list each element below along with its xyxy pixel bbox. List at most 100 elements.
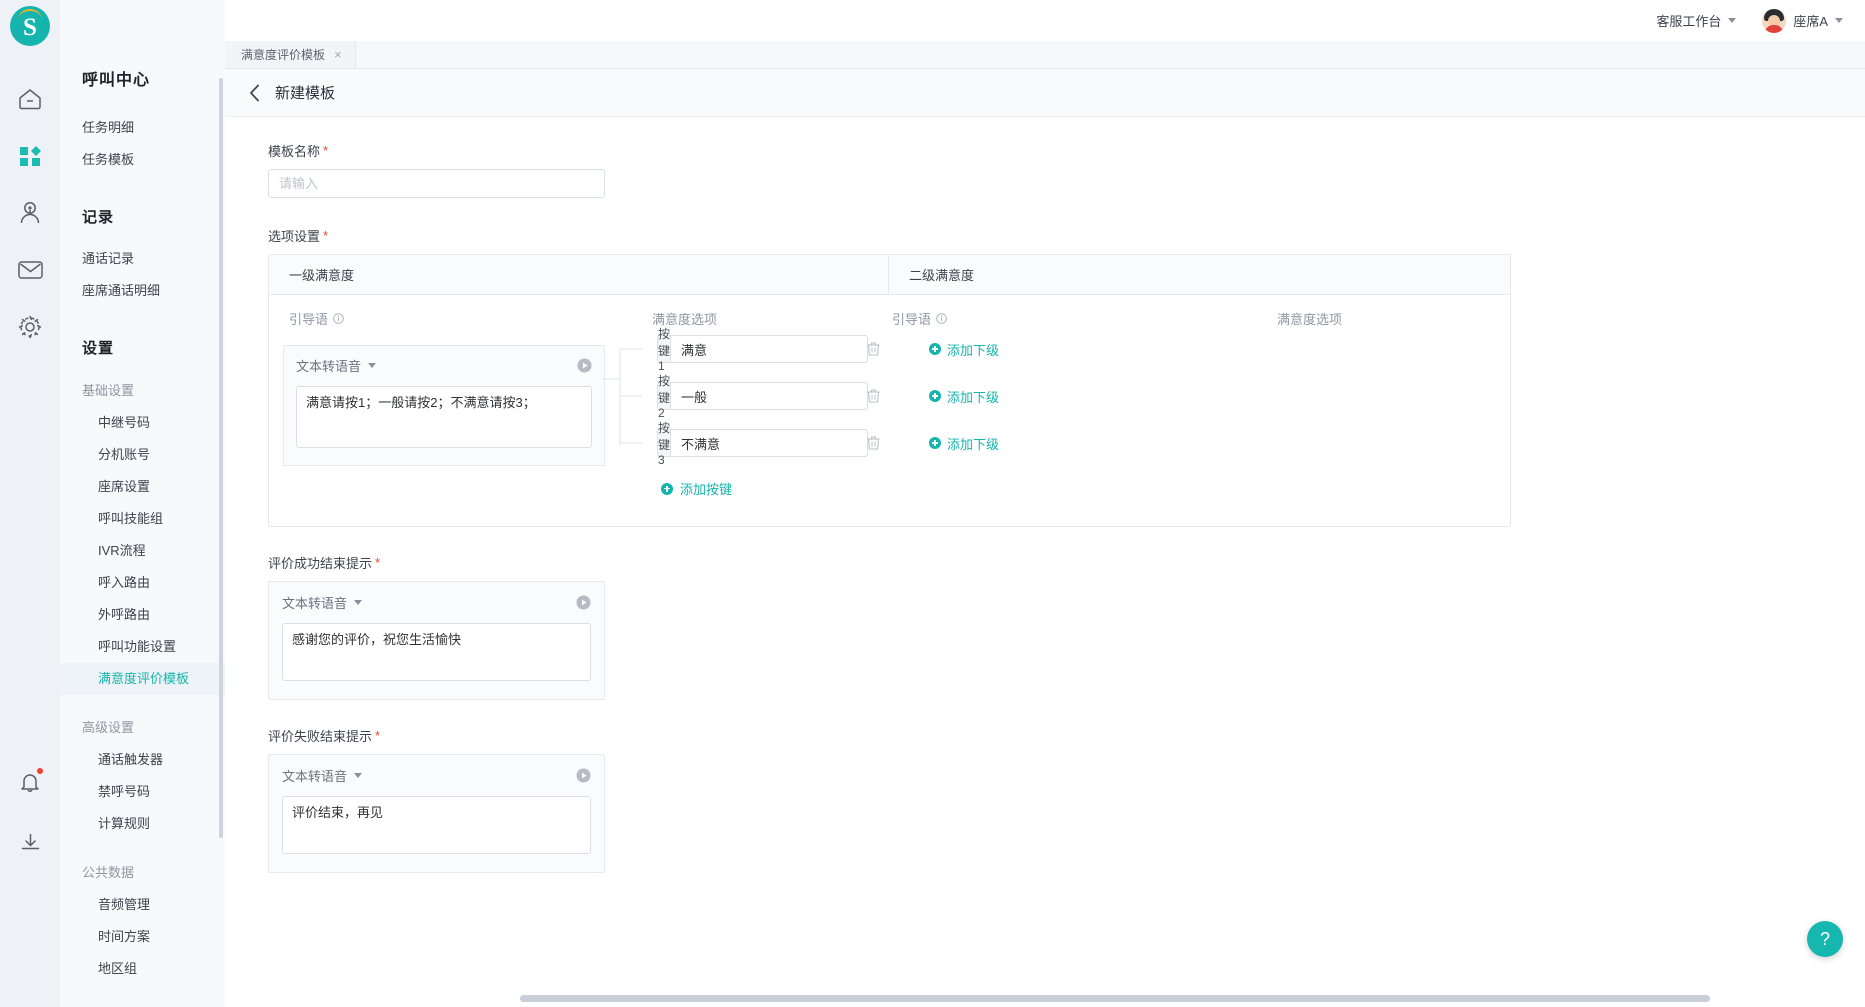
fail-prompt-label: 评价失败结束提示 [268, 729, 373, 744]
download-icon[interactable] [15, 827, 45, 857]
tts-type-select[interactable]: 文本转语音 [296, 356, 377, 375]
tab-satisfaction-template[interactable]: 满意度评价模板 × [225, 41, 356, 68]
mail-icon[interactable] [15, 255, 45, 285]
horizontal-scrollbar[interactable] [520, 995, 1710, 1002]
key-row: 按键 1 [657, 327, 913, 373]
tts-box-level1: 文本转语音 [283, 345, 605, 466]
sidebar-item-ivr-flow[interactable]: IVR流程 [60, 535, 225, 567]
nav-subgroup-public-data: 公共数据 [82, 865, 135, 880]
tts-type-label: 文本转语音 [282, 596, 348, 611]
sidebar-item-skill-group[interactable]: 呼叫技能组 [60, 503, 225, 535]
close-icon[interactable]: × [334, 48, 342, 61]
add-child-link-2[interactable]: 添加下级 [929, 382, 1163, 410]
key-label-1: 按键 1 [657, 327, 671, 373]
agent-user-icon[interactable] [15, 198, 45, 228]
sidebar-item-call-records[interactable]: 通话记录 [60, 243, 225, 275]
plus-circle-icon [929, 437, 941, 449]
subcol-label-options-2: 满意度选项 [1277, 312, 1343, 327]
sidebar-item-time-plan[interactable]: 时间方案 [60, 921, 225, 953]
sidebar-item-outbound-route[interactable]: 外呼路由 [60, 599, 225, 631]
main-area: 客服工作台 座席A 满意度评价模板 × 新建模板 模板名称 * 请输入 选项设置… [225, 0, 1865, 1007]
required-mark: * [323, 228, 329, 243]
back-arrow-icon[interactable] [249, 84, 260, 102]
sidebar-item-region-group[interactable]: 地区组 [60, 953, 225, 985]
nav-subgroup-advanced: 高级设置 [82, 720, 135, 735]
sidebar-item-extension-account[interactable]: 分机账号 [60, 439, 225, 471]
top-bar: 客服工作台 座席A [225, 0, 1865, 41]
key-input-group-2: 按键 2 [657, 374, 869, 420]
sidebar-item-task-detail[interactable]: 任务明细 [60, 112, 225, 144]
nav-subgroup-basic: 基础设置 [82, 383, 135, 398]
sidebar-scrollbar[interactable] [219, 78, 223, 838]
add-key-button[interactable]: 添加按键 [657, 479, 913, 498]
delete-icon[interactable] [867, 436, 880, 450]
icon-rail: S [0, 0, 60, 1007]
sidebar-item-satisfaction-template[interactable]: 满意度评价模板 [60, 663, 225, 695]
add-child-label-3: 添加下级 [947, 436, 1000, 452]
tts-text-level1[interactable] [296, 386, 592, 448]
delete-icon[interactable] [867, 342, 880, 356]
sidebar-item-blocked-numbers[interactable]: 禁呼号码 [60, 776, 225, 808]
sidebar-item-calculation-rules[interactable]: 计算规则 [60, 808, 225, 840]
sidebar-item-audio-management[interactable]: 音频管理 [60, 889, 225, 921]
sidebar-item-trunk-number[interactable]: 中继号码 [60, 407, 225, 439]
nav-group-records: 记录 [82, 209, 115, 226]
sidebar-item-call-trigger[interactable]: 通话触发器 [60, 744, 225, 776]
column-header-level1: 一级满意度 [269, 255, 889, 294]
dashboard-icon[interactable] [15, 141, 45, 171]
play-icon[interactable] [577, 358, 592, 373]
app-logo[interactable]: S [10, 6, 50, 46]
add-child-link-1[interactable]: 添加下级 [929, 335, 1163, 363]
sidebar-item-agent-settings[interactable]: 座席设置 [60, 471, 225, 503]
subcol-label-prompt-1: 引导语 [289, 312, 329, 327]
add-child-link-3[interactable]: 添加下级 [929, 429, 1163, 457]
sidebar-item-call-function-settings[interactable]: 呼叫功能设置 [60, 631, 225, 663]
add-child-column: 添加下级 添加下级 添加下级 [913, 327, 1163, 498]
key-value-input-1[interactable] [670, 335, 869, 363]
tts-text-fail[interactable] [282, 796, 591, 854]
play-icon[interactable] [576, 768, 591, 783]
key-row: 按键 2 [657, 374, 913, 420]
option-panel-body: 引导语 满意度选项 引导语 满意度选项 文本转语音 满意请按1；一般请按2；不满… [269, 295, 1510, 526]
rail-icon-list [15, 84, 45, 342]
add-key-label: 添加按键 [680, 482, 733, 497]
template-name-label-row: 模板名称 * [268, 141, 1835, 160]
success-prompt-box: 文本转语音 [268, 581, 605, 700]
fail-prompt-box: 文本转语音 [268, 754, 605, 873]
key-value-input-3[interactable] [670, 429, 869, 457]
key-label-3: 按键 3 [657, 421, 671, 467]
template-name-input[interactable] [268, 169, 605, 198]
required-mark: * [375, 728, 381, 743]
tts-text-success[interactable] [282, 623, 591, 681]
page-header: 新建模板 [225, 69, 1865, 117]
option-settings-panel: 一级满意度 二级满意度 引导语 满意度选项 引导语 满意度选项 文本转语音 满意… [268, 254, 1511, 527]
play-icon[interactable] [576, 595, 591, 610]
subcol-label-options-1: 满意度选项 [652, 312, 718, 327]
notification-bell-icon[interactable] [15, 767, 45, 797]
tab-bar: 满意度评价模板 × [225, 41, 1865, 69]
chevron-down-icon [1835, 18, 1843, 23]
subcol-level2-options: 满意度选项 [1277, 309, 1510, 327]
subcol-level2-prompt: 引导语 [892, 309, 1277, 327]
horizontal-scrollbar-thumb[interactable] [520, 995, 1710, 1002]
user-menu[interactable]: 座席A [1762, 8, 1843, 33]
help-button[interactable]: ? [1807, 921, 1843, 957]
tts-type-select-success[interactable]: 文本转语音 [282, 593, 363, 612]
sidebar-item-agent-call-detail[interactable]: 座席通话明细 [60, 275, 225, 307]
option-settings-label-row: 选项设置 * [268, 226, 1835, 245]
settings-gear-icon[interactable] [15, 312, 45, 342]
key-row: 按键 3 [657, 421, 913, 467]
required-mark: * [323, 143, 329, 158]
key-value-input-2[interactable] [670, 382, 869, 410]
tts-type-select-fail[interactable]: 文本转语音 [282, 766, 363, 785]
keys-column: 按键 1 按键 2 [613, 327, 913, 498]
tts-toolbar: 文本转语音 [296, 356, 592, 375]
info-icon[interactable] [936, 313, 947, 324]
home-icon[interactable] [15, 84, 45, 114]
delete-icon[interactable] [867, 389, 880, 403]
tts-toolbar: 文本转语音 [282, 766, 591, 785]
info-icon[interactable] [333, 313, 344, 324]
sidebar-item-inbound-route[interactable]: 呼入路由 [60, 567, 225, 599]
workbench-switcher[interactable]: 客服工作台 [1656, 11, 1737, 30]
sidebar-item-task-template[interactable]: 任务模板 [60, 144, 225, 176]
